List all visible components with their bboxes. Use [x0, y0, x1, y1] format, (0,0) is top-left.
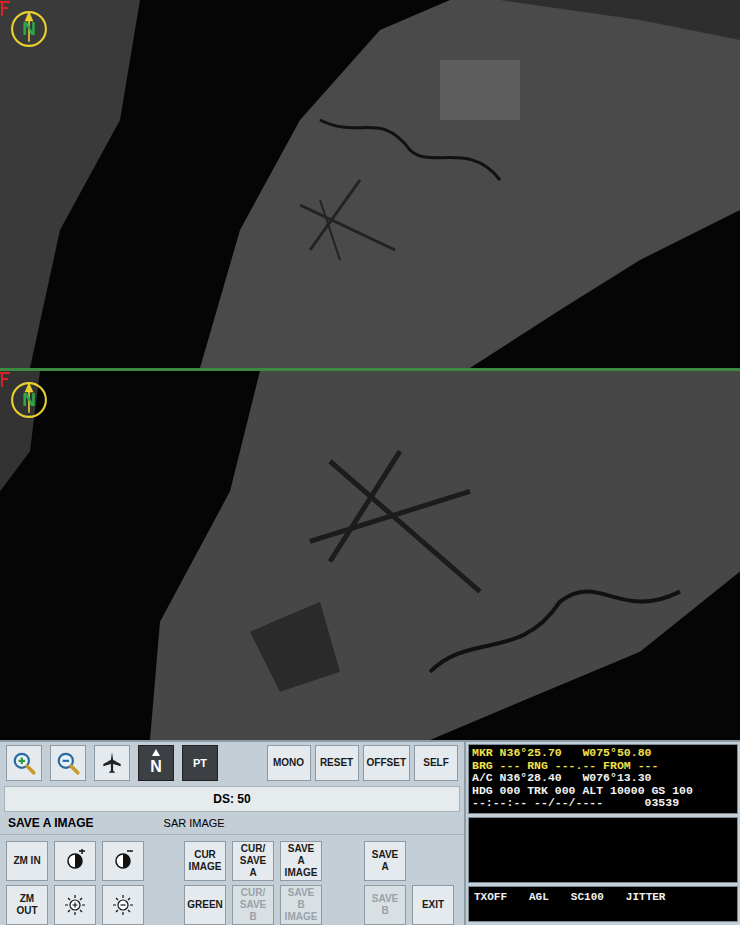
mode-label: SAVE A IMAGE	[8, 816, 94, 830]
sar-image	[0, 0, 740, 368]
toolbar-button[interactable]: RESET	[315, 745, 359, 781]
status-row: SAVE A IMAGE SAR IMAGE	[0, 814, 464, 835]
marker-icon	[0, 0, 12, 16]
brightness-down-button[interactable]	[102, 885, 144, 925]
control-button[interactable]: SAVE A	[364, 841, 406, 881]
contrast-down-button[interactable]	[102, 841, 144, 881]
flag-box: TXOFF AGL SC100 JITTER	[468, 886, 738, 922]
control-button[interactable]: SAVE B IMAGE	[280, 885, 322, 925]
marker-icon	[0, 371, 12, 387]
zoom-out-button[interactable]	[50, 745, 86, 781]
toolbar: N PT MONORESETOFFSETSELF	[0, 742, 464, 784]
toolbar-button[interactable]: SELF	[414, 745, 458, 781]
status-flag: SC100	[571, 891, 604, 917]
sar-image-view[interactable]: N	[0, 371, 740, 740]
toolbar-button[interactable]: MONO	[267, 745, 311, 781]
status-flag: JITTER	[626, 891, 666, 917]
magnifier-plus-icon	[11, 750, 37, 776]
zoom-in-button[interactable]	[6, 745, 42, 781]
contrast-up-button[interactable]	[54, 841, 96, 881]
brightness-up-icon	[63, 893, 87, 917]
magnifier-minus-icon	[55, 750, 81, 776]
control-button[interactable]: ZM OUT	[6, 885, 48, 925]
nav-line: HDG 000 TRK 000 ALT 10000 GS 100	[472, 785, 734, 798]
status-flag: AGL	[529, 891, 549, 917]
control-button[interactable]: EXIT	[412, 885, 454, 925]
sar-screen: NNNPTMONORESETOFFSETSELFDS: 50SAVE A IMA…	[0, 0, 740, 925]
message-box	[468, 817, 738, 883]
control-button[interactable]: CUR/ SAVE A	[232, 841, 274, 881]
nav-line: MKR N36°25.70 W075°50.80	[472, 747, 734, 760]
control-row: ZM IN CUR IMAGECUR/ SAVE ASAVE A IMAGE SAV…	[6, 841, 458, 881]
track-up-button[interactable]	[94, 745, 130, 781]
brightness-up-button[interactable]	[54, 885, 96, 925]
compass-icon: N	[10, 381, 48, 419]
nav-line: BRG --- RNG ---.-- FROM ---	[472, 760, 734, 773]
control-button[interactable]: CUR/ SAVE B	[232, 885, 274, 925]
north-up-button[interactable]: N	[138, 745, 174, 781]
control-area: NPTMONORESETOFFSETSELFDS: 50SAVE A IMAGE…	[0, 740, 740, 925]
view-separator	[0, 368, 740, 371]
toolbar-button[interactable]: OFFSET	[363, 745, 410, 781]
control-button[interactable]: SAVE A IMAGE	[280, 841, 322, 881]
aircraft-up-icon	[99, 750, 125, 776]
nav-line: A/C N36°28.40 W076°13.30	[472, 772, 734, 785]
brightness-down-icon	[111, 893, 135, 917]
control-button[interactable]: ZM IN	[6, 841, 48, 881]
control-panel: NPTMONORESETOFFSETSELFDS: 50SAVE A IMAGE…	[0, 742, 466, 925]
control-button[interactable]: GREEN	[184, 885, 226, 925]
control-row: ZM OUT GREENCUR/ SAVE BSAVE B IMAGE SAVE B…	[6, 885, 458, 925]
sar-views: NN	[0, 0, 740, 740]
contrast-up-icon	[63, 849, 87, 873]
nav-display: MKR N36°25.70 W075°50.80BRG --- RNG ---.…	[466, 742, 740, 925]
nav-line: --:--:-- --/--/---- 03539	[472, 797, 734, 810]
view-label: SAR IMAGE	[164, 817, 225, 829]
control-button[interactable]: SAVE B	[364, 885, 406, 925]
sar-image-view[interactable]: N	[0, 0, 740, 368]
contrast-down-icon	[111, 849, 135, 873]
nav-readout: MKR N36°25.70 W075°50.80BRG --- RNG ---.…	[468, 744, 738, 814]
north-up-icon: N	[144, 749, 168, 777]
compass-icon: N	[10, 10, 48, 48]
ds-readout: DS: 50	[4, 786, 460, 812]
text-button[interactable]: PT	[182, 745, 218, 781]
control-button[interactable]: CUR IMAGE	[184, 841, 226, 881]
sar-image	[0, 371, 740, 740]
status-flag: TXOFF	[474, 891, 507, 917]
